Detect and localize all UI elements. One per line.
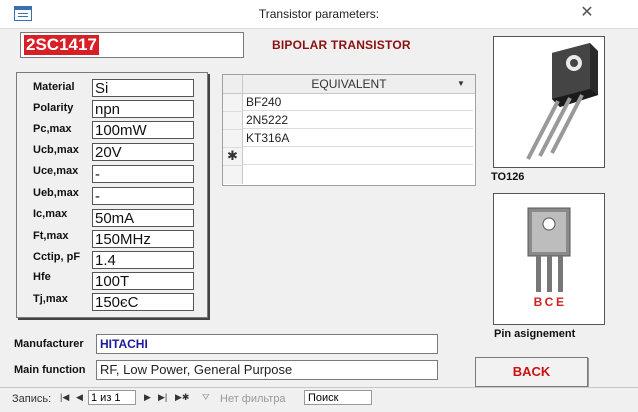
filter-status[interactable]: Нет фильтра xyxy=(220,393,286,405)
new-record-nav-icon[interactable]: ▶✱ xyxy=(175,392,189,403)
param-value-tj-max[interactable]: 150єC xyxy=(92,293,194,311)
equivalent-grid-header: EQUIVALENT ▼ xyxy=(223,75,475,94)
pin-label-b: B xyxy=(534,295,543,309)
pin-assignment-caption: Pin asignement xyxy=(494,328,576,340)
part-number: 2SC1417 xyxy=(24,35,99,55)
main-function-label: Main function xyxy=(14,364,86,376)
manufacturer-field[interactable]: HITACHI xyxy=(96,334,438,354)
param-value-cctip[interactable]: 1.4 xyxy=(92,251,194,269)
pin-assignment-icon: B C E xyxy=(527,207,571,309)
param-value-ic-max[interactable]: 50mA xyxy=(92,209,194,227)
equivalent-column-header[interactable]: EQUIVALENT xyxy=(243,77,455,91)
close-icon[interactable]: ✕ xyxy=(576,3,598,23)
grid-select-all-corner[interactable] xyxy=(223,75,243,93)
param-value-polarity[interactable]: npn xyxy=(92,100,194,118)
param-label-tj-max: Tj,max xyxy=(33,293,68,305)
new-record-icon: ✱ xyxy=(227,148,238,163)
filter-icon[interactable]: ⛛ xyxy=(202,392,210,403)
parameters-panel: Material Si Polarity npn Pc,max 100mW Uc… xyxy=(16,72,208,318)
window-title: Transistor parameters: xyxy=(258,7,380,21)
title-bar: Transistor parameters: ✕ xyxy=(0,0,638,29)
device-type-label: BIPOLAR TRANSISTOR xyxy=(272,38,411,52)
param-label-pc-max: Pc,max xyxy=(33,123,72,135)
param-label-ueb-max: Ueb,max xyxy=(33,187,79,199)
sort-dropdown-icon[interactable]: ▼ xyxy=(457,79,465,88)
next-record-icon[interactable]: ▶ xyxy=(144,392,151,403)
param-label-cctip: Cctip, pF xyxy=(33,251,81,263)
package-image xyxy=(493,36,605,168)
param-label-uce-max: Uce,max xyxy=(33,165,79,177)
param-value-ueb-max[interactable]: - xyxy=(92,187,194,205)
equivalent-row[interactable]: BF240 xyxy=(243,94,473,111)
row-selector[interactable] xyxy=(223,130,243,148)
main-function-field[interactable]: RF, Low Power, General Purpose xyxy=(96,360,438,380)
param-value-ucb-max[interactable]: 20V xyxy=(92,143,194,161)
param-value-uce-max[interactable]: - xyxy=(92,165,194,183)
param-value-pc-max[interactable]: 100mW xyxy=(92,121,194,139)
param-value-hfe[interactable]: 100T xyxy=(92,272,194,290)
equivalent-new-row[interactable] xyxy=(243,148,473,165)
row-selector[interactable] xyxy=(223,94,243,112)
param-label-ucb-max: Ucb,max xyxy=(33,144,79,156)
equivalent-row[interactable]: 2N5222 xyxy=(243,112,473,129)
equivalent-row[interactable]: KT316A xyxy=(243,130,473,147)
prev-record-icon[interactable]: ◀ xyxy=(76,392,83,403)
row-selector xyxy=(223,166,243,184)
record-label: Запись: xyxy=(12,393,52,405)
package-caption: TO126 xyxy=(491,171,525,183)
param-label-ft-max: Ft,max xyxy=(33,230,69,242)
record-navigation-bar: Запись: |◀ ◀ 1 из 1 ▶ ▶| ▶✱ ⛛ Нет фильтр… xyxy=(0,387,638,410)
param-label-material: Material xyxy=(33,81,75,93)
equivalent-grid: EQUIVALENT ▼ BF240 2N5222 KT316A ✱ xyxy=(222,74,476,186)
param-value-ft-max[interactable]: 150MHz xyxy=(92,230,194,248)
manufacturer-label: Manufacturer xyxy=(14,338,84,350)
back-button[interactable]: BACK xyxy=(475,357,588,387)
pin-label-e: E xyxy=(556,295,564,309)
param-label-polarity: Polarity xyxy=(33,102,74,114)
first-record-icon[interactable]: |◀ xyxy=(60,392,69,403)
param-value-material[interactable]: Si xyxy=(92,79,194,97)
to126-package-icon xyxy=(526,43,598,160)
search-input[interactable]: Поиск xyxy=(304,390,372,405)
param-label-ic-max: Ic,max xyxy=(33,208,68,220)
row-selector[interactable] xyxy=(223,112,243,130)
record-counter-input[interactable]: 1 из 1 xyxy=(88,390,136,405)
pinout-image: B C E xyxy=(493,193,605,325)
pin-label-c: C xyxy=(545,295,554,309)
last-record-icon[interactable]: ▶| xyxy=(158,392,167,403)
part-number-field[interactable]: 2SC1417 xyxy=(20,32,244,58)
param-label-hfe: Hfe xyxy=(33,271,51,283)
